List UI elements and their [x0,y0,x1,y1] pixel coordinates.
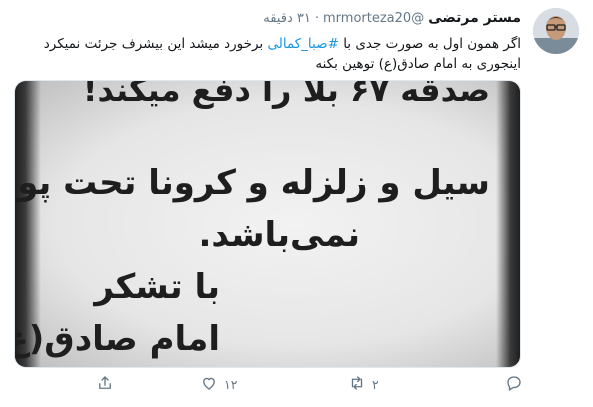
retweet-icon [348,374,366,395]
tweet-actions: ۲ ۱۲ [0,374,593,398]
media-text-line-3: نمی‌باشد. [198,215,360,255]
share-button[interactable] [96,374,120,395]
avatar-image [533,8,579,54]
tweet-text-part1: اگر همون اول به صورت جدی با [338,36,521,52]
media-text-line-5: امام صادق(ع) [15,319,220,359]
reply-icon [505,374,523,395]
like-count: ۱۲ [224,377,238,392]
avatar[interactable] [533,8,579,54]
tweet-header: مستر مرتضی @mrmorteza20 · ۳۱ دقیقه [263,10,521,26]
tweet-timestamp[interactable]: ۳۱ دقیقه [263,11,311,26]
media-text-line-4: با تشکر [94,267,220,307]
user-handle[interactable]: @mrmorteza20 [323,11,424,26]
display-name[interactable]: مستر مرتضی [428,10,521,26]
media-shadow-right [496,81,520,367]
media-text-line-2: سیل و زلزله و کرونا تحت پوشش [15,163,490,203]
share-icon [96,374,114,395]
like-button[interactable]: ۱۲ [200,374,237,395]
heart-icon [200,374,218,395]
retweet-button[interactable]: ۲ [348,374,379,395]
hashtag-link[interactable]: #صبا_کمالی [267,36,338,52]
tweet-media-image[interactable]: صدقه ۶۷ بلا را دفع میکند! سیل و زلزله و … [14,80,521,368]
tweet: مستر مرتضی @mrmorteza20 · ۳۱ دقیقه اگر ه… [0,0,593,407]
reply-button[interactable] [505,374,529,395]
retweet-count: ۲ [372,377,379,392]
media-text-line-1: صدقه ۶۷ بلا را دفع میکند! [82,80,490,109]
tweet-text: اگر همون اول به صورت جدی با #صبا_کمالی ب… [11,34,521,74]
header-separator: · [314,11,320,26]
